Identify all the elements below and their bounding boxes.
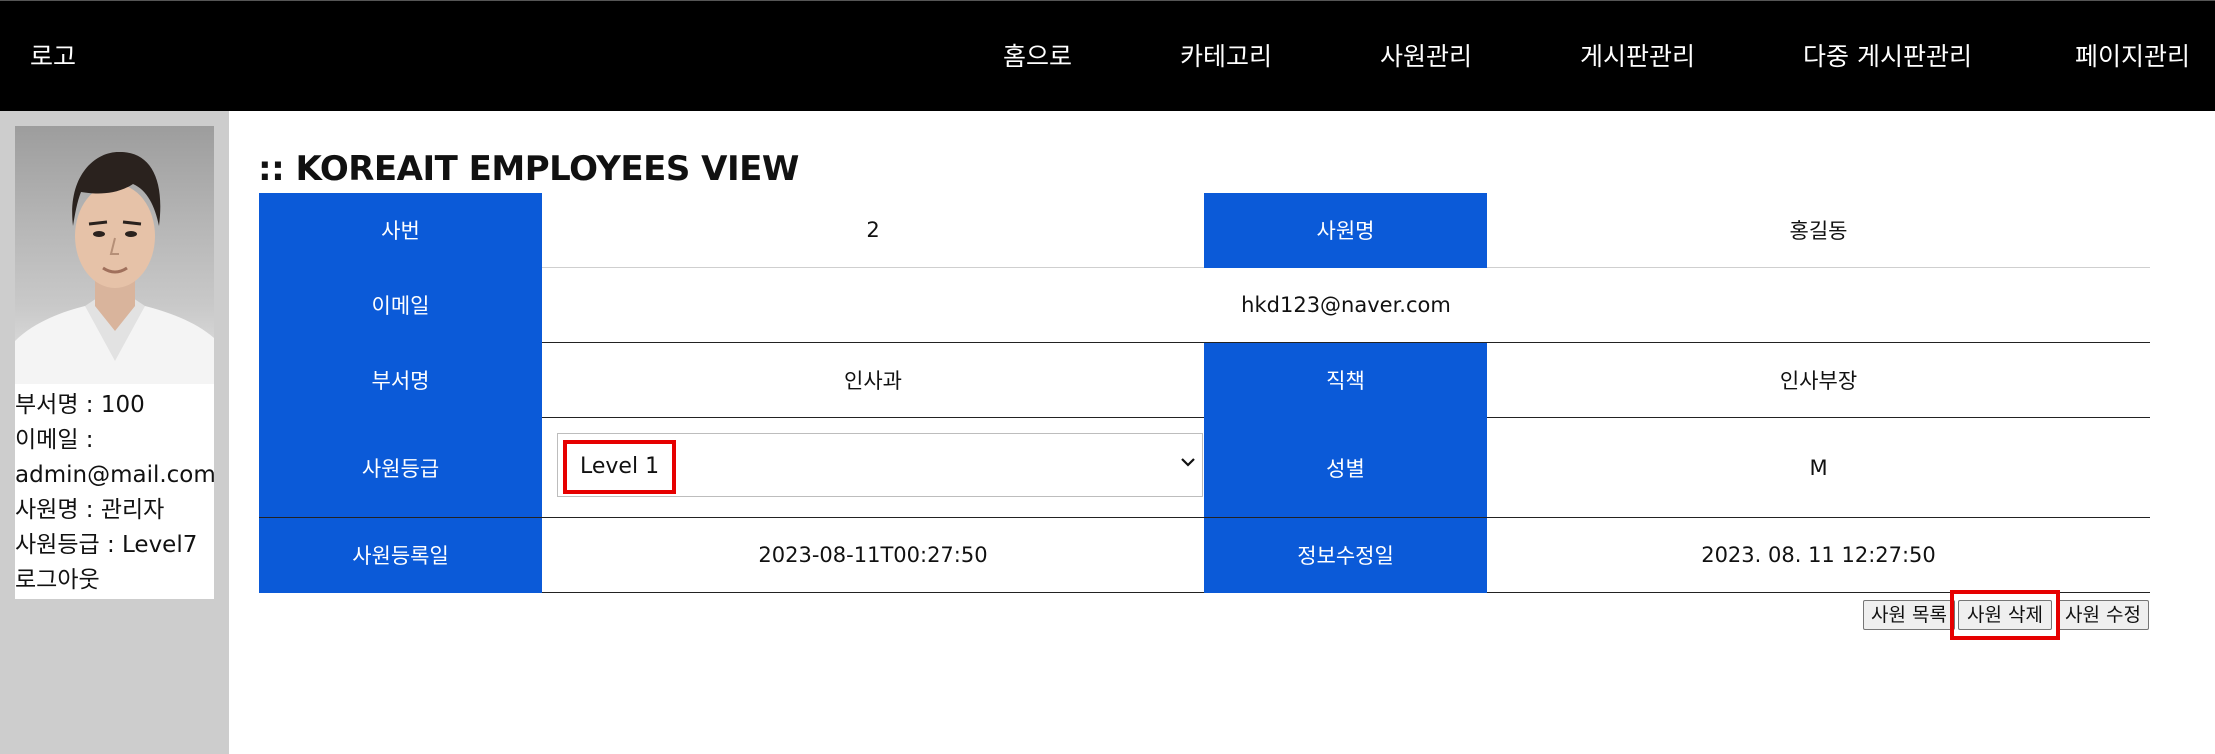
- employee-delete-button[interactable]: 사원 삭제: [1958, 600, 2052, 630]
- profile-email-value: admin@mail.com: [15, 462, 216, 488]
- profile-name: 사원명 : 관리자: [15, 497, 165, 523]
- nav-category[interactable]: 카테고리: [1180, 41, 1272, 73]
- reg-date-value: 2023-08-11T00:27:50: [542, 517, 1204, 593]
- profile-portrait-icon: [15, 151, 214, 384]
- logout-link[interactable]: 로그아웃: [15, 563, 214, 598]
- sidebar: 부서명 : 100 이메일 : admin@mail.com 사원명 : 관리자…: [0, 111, 229, 754]
- logo-link[interactable]: 로고: [30, 41, 76, 73]
- gender-value: M: [1487, 417, 2150, 518]
- gender-label: 성별: [1204, 417, 1487, 518]
- nav-employee-management[interactable]: 사원관리: [1380, 41, 1472, 73]
- nav-board-management[interactable]: 게시판관리: [1580, 41, 1695, 73]
- page-title: :: KOREAIT EMPLOYEES VIEW: [258, 149, 799, 189]
- profile-dept: 부서명 : 100: [15, 392, 145, 418]
- top-nav: 로고 홈으로 카테고리 사원관리 게시판관리 다중 게시판관리 페이지관리: [0, 0, 2215, 111]
- table-row: 사원등급 Level 1 성별 M: [259, 417, 2150, 518]
- profile-card: 부서명 : 100 이메일 : admin@mail.com 사원명 : 관리자…: [15, 126, 216, 599]
- table-row: 부서명 인사과 직책 인사부장: [259, 342, 2150, 418]
- table-row: 사번 2 사원명 홍길동: [259, 193, 2150, 268]
- table-row: 이메일 hkd123@naver.com: [259, 267, 2150, 343]
- employee-list-button[interactable]: 사원 목록: [1863, 600, 1955, 630]
- employee-edit-button[interactable]: 사원 수정: [2057, 600, 2149, 630]
- grade-select-value: Level 1: [563, 440, 677, 494]
- emp-name-value: 홍길동: [1487, 193, 2150, 268]
- emp-no-value: 2: [542, 193, 1204, 268]
- dept-label: 부서명: [259, 342, 542, 418]
- position-label: 직책: [1204, 342, 1487, 418]
- table-row: 사원등록일 2023-08-11T00:27:50 정보수정일 2023. 08…: [259, 517, 2150, 593]
- grade-cell: Level 1: [542, 417, 1204, 518]
- emp-no-label: 사번: [259, 193, 542, 268]
- nav-multi-board-management[interactable]: 다중 게시판관리: [1803, 41, 1972, 73]
- employee-detail-table: 사번 2 사원명 홍길동 이메일 hkd123@naver.com 부서명 인사…: [259, 193, 2150, 593]
- email-value: hkd123@naver.com: [542, 267, 2150, 343]
- nav-page-management[interactable]: 페이지관리: [2075, 41, 2190, 73]
- profile-photo: [15, 126, 214, 384]
- email-label: 이메일: [259, 267, 542, 343]
- nav-home[interactable]: 홈으로: [1003, 41, 1072, 73]
- position-value: 인사부장: [1487, 342, 2150, 418]
- profile-email-label: 이메일 :: [15, 427, 94, 453]
- grade-label: 사원등급: [259, 417, 542, 518]
- mod-date-value: 2023. 08. 11 12:27:50: [1487, 517, 2150, 593]
- profile-info: 부서명 : 100 이메일 : admin@mail.com 사원명 : 관리자…: [15, 388, 216, 598]
- dept-value: 인사과: [542, 342, 1204, 418]
- profile-grade: 사원등급 : Level7: [15, 532, 198, 558]
- grade-select[interactable]: Level 1: [557, 433, 1203, 497]
- chevron-down-icon: [1181, 458, 1195, 467]
- reg-date-label: 사원등록일: [259, 517, 542, 593]
- mod-date-label: 정보수정일: [1204, 517, 1487, 593]
- emp-name-label: 사원명: [1204, 193, 1487, 268]
